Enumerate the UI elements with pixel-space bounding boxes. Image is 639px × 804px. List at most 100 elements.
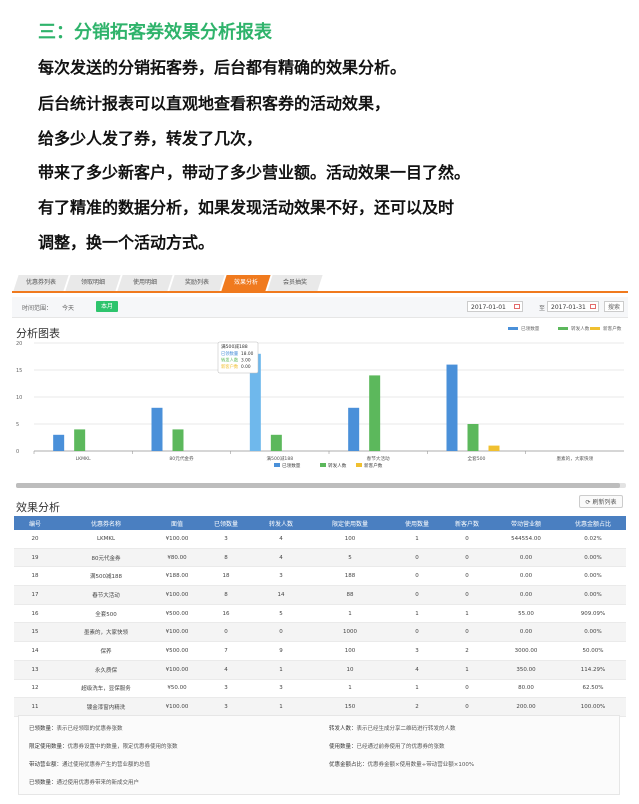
table-body: 20 LKMKL ¥100.00 3 4 100 1 0 544554.00 0.02% 19 80元…: [14, 530, 626, 717]
bar-转发人数: [74, 429, 86, 451]
option-month-button[interactable]: 本月: [96, 301, 118, 312]
column-header: 已领数量: [198, 516, 254, 530]
table-row: 19 80元代金券 ¥80.00 8 4 5 0 0 0.00 0.00%: [14, 548, 626, 568]
date-to-input[interactable]: 2017-01-31: [547, 301, 599, 312]
tooltip-row-label: 新客户数: [221, 363, 239, 370]
table-cell: 0: [442, 530, 492, 549]
table-cell: 3: [392, 641, 442, 661]
notes-box: 已领数量：表示已经领取的优惠券张数 转发人数：表示已经生成分享二维码进行转发的人…: [18, 715, 620, 795]
table-cell: 12: [14, 679, 56, 699]
legend-label: 已领数量: [282, 462, 301, 469]
table-cell: 62.50%: [560, 679, 626, 699]
table-cell: 0.00%: [560, 566, 626, 587]
table-cell: 1: [308, 604, 392, 624]
tab-member-lottery[interactable]: 会员抽奖: [267, 275, 323, 291]
search-button[interactable]: 搜索: [604, 301, 624, 312]
table-cell: 16: [14, 604, 56, 624]
option-today[interactable]: 今天: [62, 303, 74, 312]
table-cell: ¥50.00: [156, 679, 198, 699]
table-cell: 15: [14, 622, 56, 643]
tab-effect-analysis[interactable]: 效果分析: [221, 275, 271, 291]
table-cell: 150: [308, 697, 392, 717]
table-cell: 50.00%: [560, 641, 626, 661]
time-range-label: 时间范围：: [22, 305, 53, 312]
table-cell: 5: [308, 548, 392, 568]
table-cell: 4: [392, 660, 442, 680]
column-header: 带动营业额: [492, 516, 560, 530]
table-cell: 1: [442, 604, 492, 624]
table-cell: ¥80.00: [156, 548, 198, 568]
table-cell: 4: [254, 548, 308, 568]
bar-已领数量: [348, 407, 360, 451]
table-cell: 超级洗车，显保服务: [56, 679, 156, 699]
intro-line: 调整，换一个活动方式。: [38, 233, 215, 252]
legend-swatch: [508, 327, 518, 330]
table-cell: 11: [14, 697, 56, 717]
table-row: 13 永久质保 ¥100.00 4 1 10 4 1 350.00 114.29%: [14, 660, 626, 680]
table-cell: 19: [14, 548, 56, 568]
filter-bar: 时间范围： 今天 本月 2017-01-01 至 2017-01-31 搜索: [12, 297, 628, 318]
table-cell: 1: [392, 679, 442, 699]
table-cell: 2: [392, 697, 442, 717]
table-cell: 1: [254, 697, 308, 717]
note-item: 优惠金额占比：优惠券金额×使用数量÷带动营业额×100%: [329, 762, 475, 768]
table-cell: 100: [308, 530, 392, 549]
y-tick-label: 20: [16, 341, 22, 347]
intro-line: 给多少人发了券，转发了几次，: [38, 129, 263, 148]
note-item: 限定使用数量：优惠券设置中的数量，限定优惠券使用的张数: [29, 744, 178, 750]
chart-scrollbar[interactable]: [16, 483, 626, 488]
table-cell: 全套500: [56, 604, 156, 624]
bar-转发人数: [172, 429, 184, 451]
column-header: 优惠金额占比: [560, 516, 626, 530]
intro-line: 每次发送的分销拓客券，后台都有精确的效果分析。: [38, 58, 407, 77]
table-cell: ¥500.00: [156, 604, 198, 624]
table-cell: 3: [198, 679, 254, 699]
x-tick-label: 墨素的，大家快领: [556, 455, 593, 462]
table-cell: 永久质保: [56, 660, 156, 680]
legend-label: 转发人数: [571, 325, 590, 332]
table-cell: 0: [442, 548, 492, 568]
table-cell: 1: [308, 679, 392, 699]
table-cell: ¥100.00: [156, 697, 198, 717]
calendar-icon: [514, 304, 520, 309]
tab-claim-detail[interactable]: 领取明细: [65, 275, 121, 291]
tab-reward-list[interactable]: 奖励列表: [169, 275, 225, 291]
intro-section: 三：分销拓客券效果分析报表 每次发送的分销拓客券，后台都有精确的效果分析。 后台…: [0, 0, 639, 262]
legend-swatch: [590, 327, 600, 330]
tab-bar: 优惠券列表 领取明细 使用明细 奖励列表 效果分析 会员抽奖: [12, 273, 628, 293]
note-item: 使用数量：已经通过前券使用了的优惠券的张数: [329, 744, 445, 750]
table-cell: 1: [254, 660, 308, 680]
table-row: 14 保养 ¥500.00 7 9 100 3 2 3000.00 50.00%: [14, 641, 626, 661]
table-cell: 8: [198, 585, 254, 605]
table-cell: 8: [198, 548, 254, 568]
column-header: 面值: [156, 516, 198, 530]
x-tick-label: 春节大活动: [367, 455, 390, 462]
tab-usage-detail[interactable]: 使用明细: [117, 275, 173, 291]
tab-coupon-list[interactable]: 优惠券列表: [13, 275, 69, 291]
table-cell: 9: [254, 641, 308, 661]
bar-新客户数: [488, 445, 500, 451]
date-from-input[interactable]: 2017-01-01: [467, 301, 523, 312]
y-tick-label: 15: [16, 368, 22, 374]
table-row: 18 满500减188 ¥188.00 18 3 188 0 0 0.00 0.00%: [14, 566, 626, 587]
legend-swatch: [356, 463, 362, 467]
table-cell: ¥100.00: [156, 622, 198, 643]
table-cell: 909.09%: [560, 604, 626, 624]
table-cell: 18: [198, 566, 254, 587]
table-row: 12 超级洗车，显保服务 ¥50.00 3 3 1 1 0 80.00 62.50%: [14, 679, 626, 699]
y-tick-label: 0: [16, 449, 19, 455]
table-cell: 镀金漆窗内精洗: [56, 697, 156, 717]
table-cell: LKMKL: [56, 530, 156, 549]
scrollbar-thumb[interactable]: [16, 483, 620, 488]
tooltip-row-value: 3.00: [241, 358, 251, 364]
table-cell: 100: [308, 641, 392, 661]
note-item: 带动营业额：通过使用优惠券产生的营业额的总值: [29, 762, 151, 768]
table-cell: 114.29%: [560, 660, 626, 680]
legend-label: 新客户数: [603, 325, 622, 332]
effect-table: 编号 优惠券名称 面值 已领数量 转发人数 限定使用数量 使用数量 新客户数 带动营业额 优惠金额…: [14, 516, 626, 717]
note-item: 已领数量：表示已经领取的优惠券张数: [29, 726, 123, 732]
tooltip-row-label: 已领数量: [221, 350, 239, 357]
table-row: 17 春节大活动 ¥100.00 8 14 88 0 0 0.00 0.00%: [14, 585, 626, 605]
table-cell: 0: [442, 566, 492, 587]
refresh-list-button[interactable]: ⟳ 刷新列表: [579, 495, 623, 508]
